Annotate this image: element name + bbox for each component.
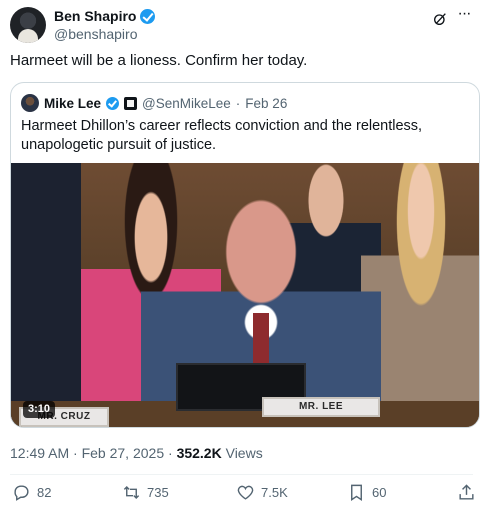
video-player[interactable]: MR. CRUZ MR. LEE 3:10 — [11, 163, 479, 427]
quoted-tweet-header: Mike Lee @SenMikeLee · Feb 26 — [21, 94, 287, 112]
views-label: Views — [221, 445, 263, 461]
bookmark-icon — [351, 484, 362, 501]
nameplate-main: MR. LEE — [262, 397, 380, 417]
reply-button[interactable]: 82 — [12, 483, 51, 502]
share-icon — [459, 484, 474, 500]
retweet-count: 735 — [147, 485, 169, 500]
video-background — [11, 163, 81, 427]
share-button[interactable] — [457, 483, 476, 502]
quoted-author-avatar — [21, 94, 39, 112]
quoted-author-display-name: Mike Lee — [44, 95, 102, 111]
retweet-button[interactable]: 735 — [122, 483, 169, 502]
quoted-author-handle: @SenMikeLee — [142, 95, 231, 111]
author-name-row: Ben Shapiro — [54, 8, 156, 24]
like-count: 7.5K — [261, 485, 288, 500]
separator-dot: · — [235, 95, 241, 111]
grok-icon[interactable] — [432, 11, 448, 27]
action-bar: 82 735 7.5K 60 — [10, 483, 476, 503]
heart-icon — [237, 485, 254, 500]
tweet-text: Harmeet will be a lioness. Confirm her t… — [10, 52, 308, 69]
quoted-tweet-date: Feb 26 — [245, 95, 288, 111]
retweet-icon — [123, 485, 140, 500]
author-handle[interactable]: @benshapiro — [54, 26, 138, 42]
tweet-meta: 12:49 AM · Feb 27, 2025 · 352.2K Views — [10, 445, 263, 461]
author-avatar[interactable] — [10, 7, 46, 43]
verified-badge-icon — [140, 8, 156, 24]
reply-icon — [14, 485, 29, 501]
more-icon[interactable]: ··· — [455, 6, 473, 25]
tweet-timestamp[interactable]: 12:49 AM · Feb 27, 2025 — [10, 445, 164, 461]
video-duration-badge: 3:10 — [23, 401, 56, 418]
verified-badge-icon — [106, 96, 120, 110]
like-button[interactable]: 7.5K — [236, 483, 288, 502]
bookmark-button[interactable]: 60 — [347, 483, 386, 502]
bookmark-count: 60 — [372, 485, 387, 500]
government-badge-icon — [124, 96, 138, 110]
quoted-tweet[interactable]: Mike Lee @SenMikeLee · Feb 26 Harmeet Dh… — [10, 82, 480, 428]
reply-count: 82 — [37, 485, 52, 500]
views-count: 352.2K — [176, 445, 222, 461]
meta-separator: · — [164, 445, 177, 461]
author-display-name[interactable]: Ben Shapiro — [54, 8, 136, 24]
tweet-header: Ben Shapiro @benshapiro ··· — [8, 5, 473, 45]
divider — [10, 474, 473, 475]
quoted-tweet-text: Harmeet Dhillon’s career reflects convic… — [21, 118, 423, 153]
